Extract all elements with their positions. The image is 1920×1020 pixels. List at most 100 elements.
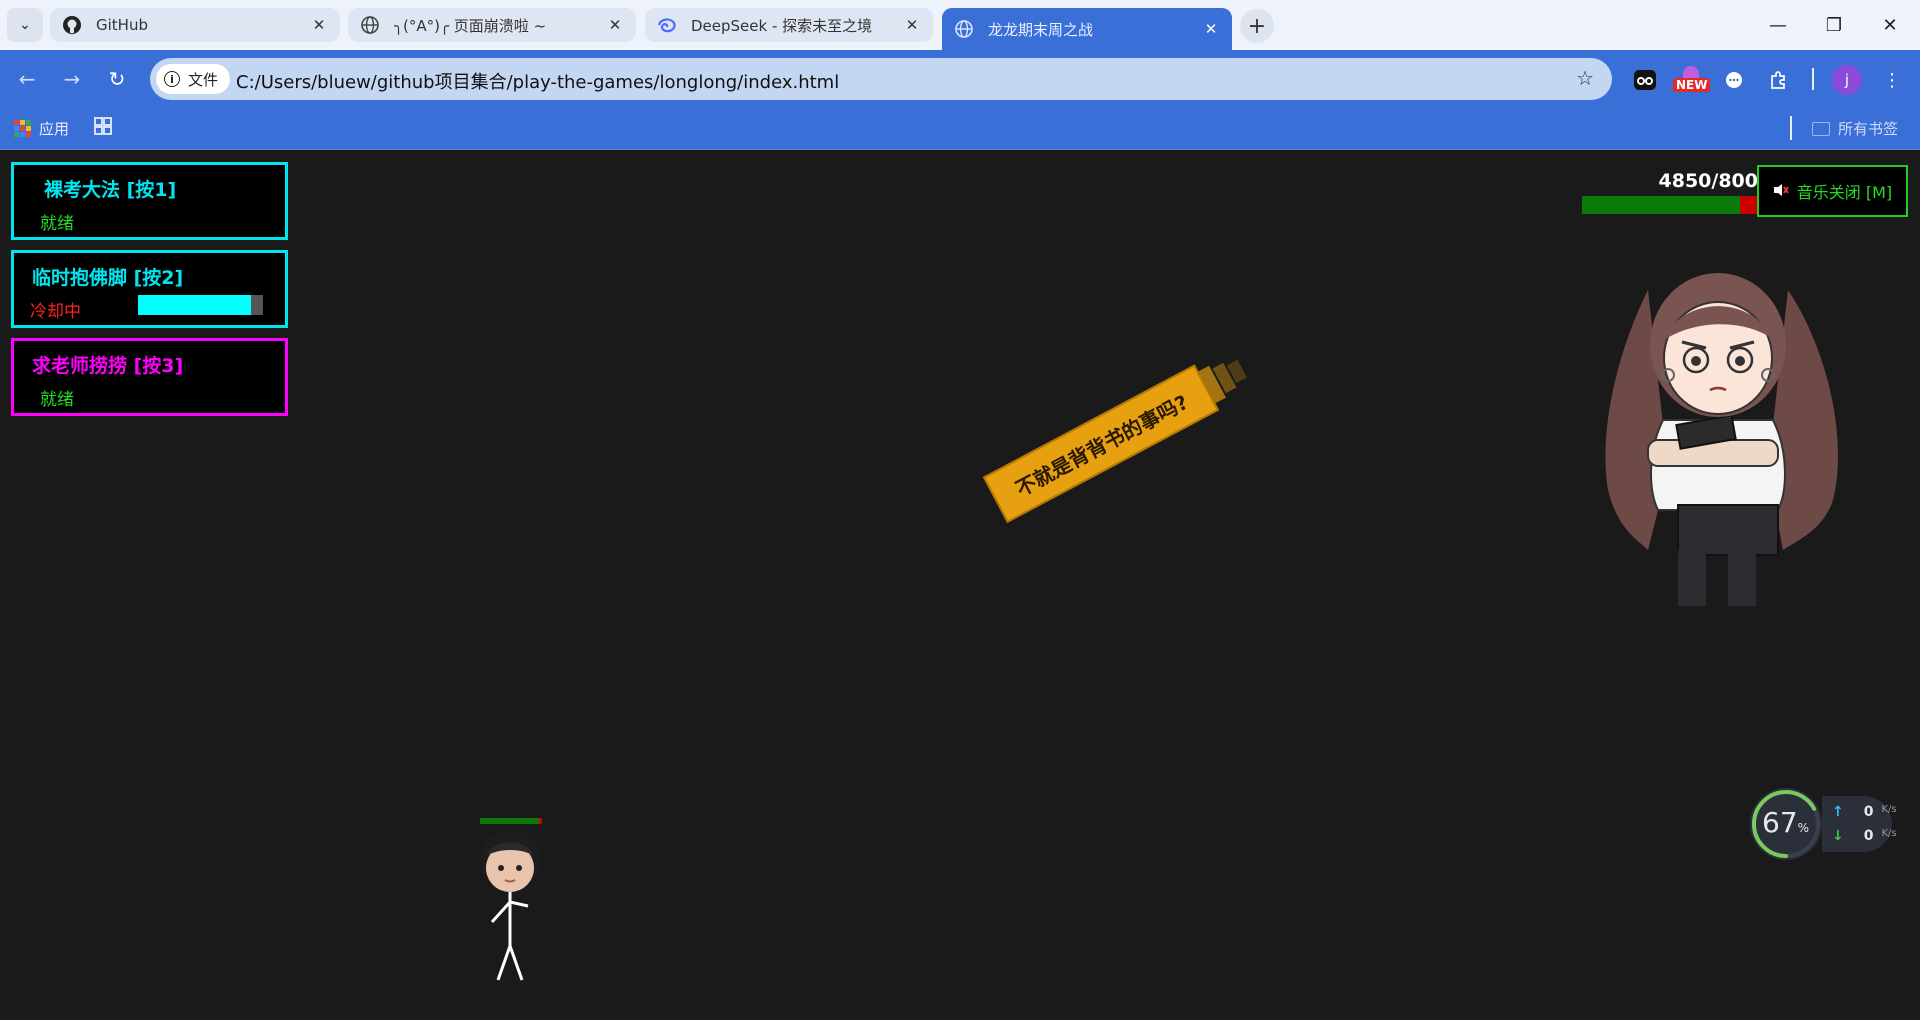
player-hp-fill	[480, 818, 539, 824]
download-arrow-icon: ↓	[1832, 828, 1844, 844]
net-speed-widget[interactable]: ↑ 0 K/s ↓ 0 K/s 67%	[1748, 786, 1898, 862]
all-bookmarks-folder[interactable]: 所有书签	[1812, 118, 1898, 139]
new-tab-button[interactable]: +	[1240, 9, 1274, 43]
bookmarks-bar: 应用 所有书签	[0, 108, 1920, 150]
skill-1-status: 就绪	[40, 214, 74, 234]
globe-icon	[360, 15, 380, 35]
minimize-button[interactable]: —	[1750, 0, 1806, 50]
tab-groups-icon[interactable]	[93, 116, 113, 136]
game-canvas[interactable]: 裸考大法 [按1] 就绪 临时抱佛脚 [按2] 冷却中 求老师捞捞 [按3] 就…	[0, 150, 1920, 1020]
minimize-icon: —	[1769, 14, 1787, 36]
all-bookmarks-label: 所有书签	[1838, 120, 1899, 138]
deepseek-icon	[657, 15, 677, 35]
close-window-button[interactable]: ✕	[1862, 0, 1918, 50]
tab-page-crashed[interactable]: ╮(°A°)╭ 页面崩溃啦 ~ ✕	[348, 8, 636, 42]
reload-button[interactable]: ↻	[100, 62, 134, 96]
extension-new-badge[interactable]: NEW	[1673, 64, 1711, 92]
folder-icon	[1812, 121, 1830, 136]
boss-hp-bar	[1582, 196, 1758, 214]
extension-chat-icon[interactable]	[1720, 66, 1748, 94]
new-badge: NEW	[1673, 78, 1711, 92]
player-arm-right	[509, 900, 529, 908]
skill-1-panel[interactable]: 裸考大法 [按1] 就绪	[11, 162, 288, 240]
extension-glasses-icon[interactable]	[1631, 66, 1659, 94]
boss-teacher-sprite	[1605, 273, 1838, 606]
tab-title: DeepSeek - 探索未至之境	[691, 16, 873, 35]
player-eye-right	[516, 865, 522, 871]
info-icon: i	[164, 71, 180, 87]
apps-shortcut[interactable]: 应用	[14, 118, 69, 139]
boss-eye-left	[1691, 356, 1701, 366]
boss-eye-right	[1735, 356, 1745, 366]
tab-search-button[interactable]: ⌄	[7, 8, 43, 42]
restore-button[interactable]: ❐	[1806, 0, 1862, 50]
tab-title: ╮(°A°)╭ 页面崩溃啦 ~	[394, 16, 547, 35]
download-unit: K/s	[1881, 828, 1897, 839]
close-icon[interactable]: ✕	[903, 16, 921, 34]
arrow-right-icon: →	[63, 67, 81, 91]
close-icon[interactable]: ✕	[310, 16, 328, 34]
boss-shorts	[1677, 504, 1779, 556]
tab-title: 龙龙期末周之战	[988, 20, 1094, 39]
apps-label: 应用	[39, 120, 70, 138]
github-icon	[62, 15, 82, 35]
download-value: 0	[1863, 828, 1874, 844]
close-icon[interactable]: ✕	[1202, 20, 1220, 38]
more-menu-icon[interactable]: ⋮	[1878, 66, 1906, 94]
player-hp-bar	[480, 818, 542, 824]
skill-2-cooldown-bar	[138, 295, 263, 315]
site-info-chip[interactable]: i 文件	[156, 64, 231, 94]
close-icon: ✕	[1882, 14, 1898, 36]
skill-1-name: 裸考大法 [按1]	[44, 179, 177, 201]
usage-percent-value: 67	[1762, 806, 1798, 839]
boss-projectile: 不就是背背书的事吗?	[982, 359, 1247, 523]
forward-button[interactable]: →	[55, 62, 89, 96]
tab-deepseek[interactable]: DeepSeek - 探索未至之境 ✕	[645, 8, 933, 42]
player-character	[470, 818, 550, 988]
back-button[interactable]: ←	[10, 62, 44, 96]
net-speed-panel: ↑ 0 K/s ↓ 0 K/s	[1822, 796, 1897, 852]
site-info-label: 文件	[188, 70, 219, 89]
skill-3-name: 求老师捞捞 [按3]	[32, 355, 184, 377]
tab-game-active[interactable]: 龙龙期末周之战 ✕	[942, 8, 1232, 50]
skill-3-status: 就绪	[40, 390, 74, 410]
apps-grid-icon	[14, 120, 31, 137]
tab-strip: ⌄ GitHub ✕ ╮(°A°)╭ 页面崩溃啦 ~ ✕ DeepSeek - …	[0, 0, 1920, 50]
extensions-puzzle-icon[interactable]	[1765, 66, 1793, 94]
reload-icon: ↻	[108, 67, 126, 91]
arrow-left-icon: ←	[18, 67, 36, 91]
music-toggle-button[interactable]: 音乐关闭 [M]	[1757, 165, 1908, 217]
chevron-down-icon: ⌄	[19, 17, 31, 33]
skill-2-panel[interactable]: 临时抱佛脚 [按2] 冷却中	[11, 250, 288, 328]
bookmark-star-icon[interactable]: ☆	[1576, 66, 1594, 90]
address-bar[interactable]: i 文件 C:/Users/bluew/github项目集合/play-the-…	[150, 58, 1612, 100]
skill-2-status: 冷却中	[30, 302, 81, 322]
upload-speed: ↑ 0 K/s	[1832, 804, 1897, 820]
skill-2-name: 临时抱佛脚 [按2]	[32, 267, 184, 289]
player-leg-right	[508, 945, 524, 981]
music-toggle-label: 音乐关闭 [M]	[1796, 183, 1893, 202]
tab-title: GitHub	[96, 16, 148, 34]
globe-icon	[954, 19, 974, 39]
restore-icon: ❐	[1825, 14, 1843, 36]
download-speed: ↓ 0 K/s	[1832, 828, 1897, 844]
player-sprite	[480, 830, 540, 981]
boss-hp-fill	[1582, 196, 1741, 214]
usage-percent-unit: %	[1797, 821, 1810, 835]
bookmarks-divider	[1790, 116, 1792, 140]
toolbar-divider	[1812, 68, 1814, 90]
player-leg-left	[496, 945, 512, 981]
projectile-label: 不就是背背书的事吗?	[982, 364, 1220, 523]
tab-github[interactable]: GitHub ✕	[50, 8, 340, 42]
speaker-muted-icon	[1773, 182, 1789, 201]
upload-unit: K/s	[1881, 804, 1897, 815]
cooldown-fill	[138, 295, 251, 315]
boss-leg-right	[1728, 550, 1756, 606]
close-icon[interactable]: ✕	[606, 16, 624, 34]
profile-avatar[interactable]: j	[1832, 65, 1862, 95]
boss-leg-left	[1678, 550, 1706, 606]
skill-3-panel[interactable]: 求老师捞捞 [按3] 就绪	[11, 338, 288, 416]
upload-value: 0	[1863, 804, 1874, 820]
player-eye-left	[498, 865, 504, 871]
url-text[interactable]: C:/Users/bluew/github项目集合/play-the-games…	[236, 68, 839, 94]
